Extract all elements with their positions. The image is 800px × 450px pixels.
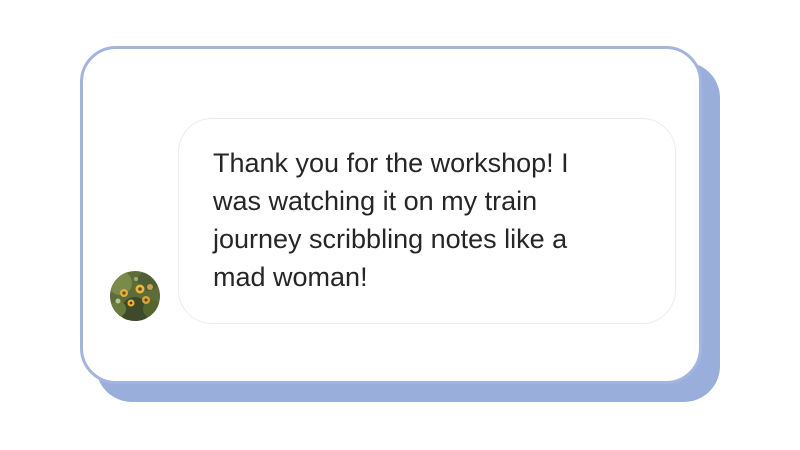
avatar-flower-photo-icon	[110, 271, 160, 321]
comment-text: Thank you for the workshop! I was watchi…	[213, 148, 569, 292]
testimonial-stage: Thank you for the workshop! I was watchi…	[0, 0, 800, 450]
avatar[interactable]	[110, 271, 160, 321]
